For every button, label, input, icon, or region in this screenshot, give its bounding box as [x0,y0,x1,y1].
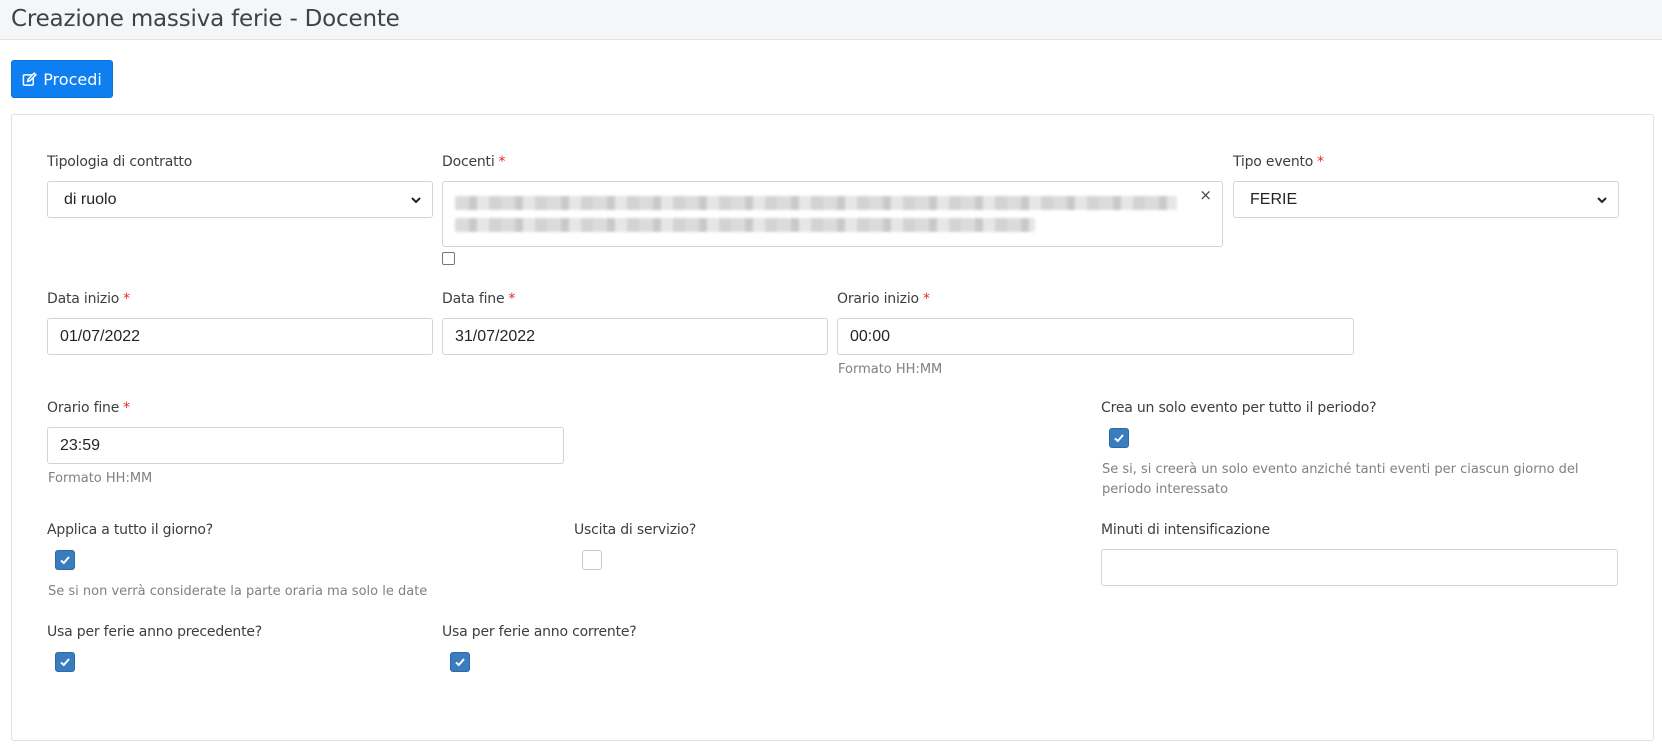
required-marker: * [123,400,130,416]
orario-inizio-label: Orario inizio * [837,291,930,307]
orario-fine-help: Formato HH:MM [48,471,153,486]
data-fine-value: 31/07/2022 [455,327,536,345]
ferie-corrente-checkbox[interactable] [450,652,470,672]
docenti-select-all-checkbox[interactable] [442,252,455,265]
uscita-servizio-checkbox[interactable] [582,550,602,570]
data-inizio-label: Data inizio * [47,291,130,307]
ferie-precedente-label: Usa per ferie anno precedente? [47,624,263,640]
check-icon [60,658,70,667]
check-icon [455,658,465,667]
minuti-intensificazione-label: Minuti di intensificazione [1101,522,1270,538]
docenti-selected-list [455,196,1177,210]
tipologia-contratto-label: Tipologia di contratto [47,154,193,170]
chevron-down-icon [1597,197,1607,204]
required-marker: * [498,154,506,170]
orario-inizio-input[interactable]: 00:00 [837,318,1354,355]
ferie-corrente-label: Usa per ferie anno corrente? [442,624,637,640]
check-icon [1114,434,1124,443]
procedi-button[interactable]: Procedi [11,60,113,98]
procedi-label: Procedi [43,69,102,89]
data-fine-label: Data fine * [442,291,516,307]
tipologia-contratto-select[interactable]: di ruolo [47,181,433,218]
data-inizio-input[interactable]: 01/07/2022 [47,318,433,355]
solo-evento-checkbox[interactable] [1109,428,1129,448]
minuti-intensificazione-input[interactable] [1101,549,1618,586]
docenti-multiselect[interactable]: × [442,181,1223,247]
docenti-label: Docenti * [442,154,506,170]
solo-evento-help: Se si, si creerà un solo evento anziché … [1102,462,1579,497]
clear-icon[interactable]: × [1199,186,1212,204]
tipo-evento-value: FERIE [1250,190,1298,208]
tipo-evento-select[interactable]: FERIE [1233,181,1619,218]
data-fine-input[interactable]: 31/07/2022 [442,318,828,355]
required-marker: * [123,291,130,307]
tutto-giorno-label: Applica a tutto il giorno? [47,522,213,538]
docenti-selected-list [455,218,1035,232]
ferie-precedente-checkbox[interactable] [55,652,75,672]
tutto-giorno-checkbox[interactable] [55,550,75,570]
orario-fine-input[interactable]: 23:59 [47,427,564,464]
orario-fine-value: 23:59 [60,436,101,454]
solo-evento-label: Crea un solo evento per tutto il periodo… [1101,400,1377,416]
uscita-servizio-label: Uscita di servizio? [574,522,697,538]
tipo-evento-label: Tipo evento * [1233,154,1324,170]
orario-inizio-help: Formato HH:MM [838,362,943,377]
edit-icon [22,71,38,86]
orario-fine-label: Orario fine * [47,400,130,416]
page-title: Creazione massiva ferie - Docente [11,6,400,32]
required-marker: * [508,291,516,307]
page-header: Creazione massiva ferie - Docente [0,0,1662,40]
data-inizio-value: 01/07/2022 [60,327,141,345]
tutto-giorno-help: Se si non verrà considerate la parte ora… [48,584,428,599]
tipologia-contratto-value: di ruolo [64,190,117,208]
check-icon [60,556,70,565]
orario-inizio-value: 00:00 [850,327,891,345]
required-marker: * [1317,154,1324,170]
required-marker: * [922,291,930,307]
chevron-down-icon [411,197,421,204]
